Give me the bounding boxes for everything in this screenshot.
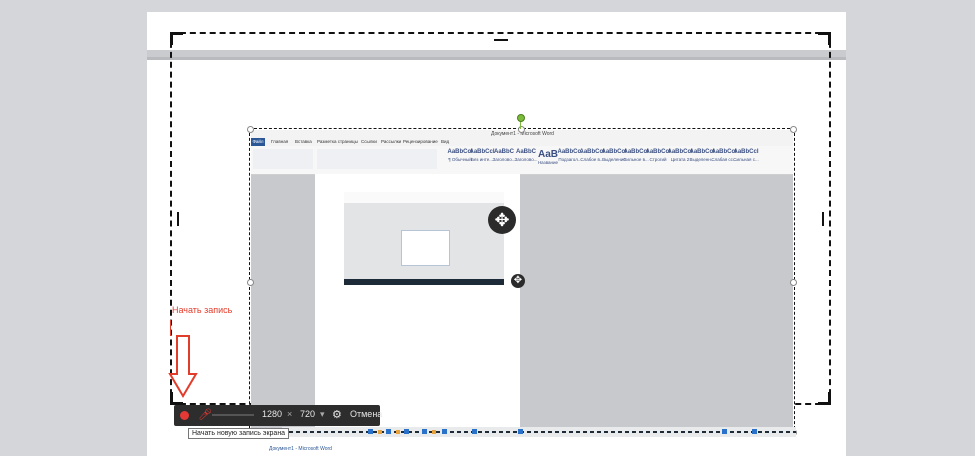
edge-handle-left[interactable] — [177, 212, 179, 226]
mic-icon[interactable]: 🎤︎ — [198, 408, 212, 422]
width-input[interactable]: 1280 — [262, 409, 282, 419]
resolution-dropdown-chevron-icon[interactable]: ▾ — [320, 409, 325, 420]
mic-level-meter — [212, 414, 254, 416]
resize-handle[interactable] — [247, 126, 254, 133]
record-button[interactable] — [180, 411, 189, 420]
rotate-handle[interactable] — [517, 114, 525, 122]
move-icon[interactable]: ✥ — [511, 274, 525, 288]
size-separator: × — [287, 409, 293, 419]
resize-handle[interactable] — [247, 279, 254, 286]
resize-handle[interactable] — [790, 126, 797, 133]
height-input[interactable]: 720 — [300, 409, 315, 419]
edge-handle-top[interactable] — [494, 39, 508, 41]
gear-icon[interactable]: ⚙ — [332, 408, 342, 421]
cancel-button[interactable]: Отмена — [350, 409, 382, 419]
record-tooltip: Начать новую запись экрана — [188, 428, 290, 439]
arrow-down-icon — [168, 335, 198, 398]
move-icon[interactable]: ✥ — [488, 206, 516, 234]
edge-handle-right[interactable] — [822, 212, 824, 226]
corner-handle-top-right[interactable] — [818, 32, 831, 45]
embedded-taskbar — [282, 427, 796, 437]
corner-handle-bottom-right[interactable] — [818, 392, 831, 405]
resize-handle[interactable] — [790, 279, 797, 286]
second-doc-title: Документ1 - Microsoft Word — [269, 446, 332, 452]
recorder-toolbar: 🎤︎ 1280 × 720 ▾ ⚙ Отмена — [174, 405, 382, 426]
second-document-preview: Документ1 - Microsoft Word — [249, 446, 795, 456]
start-recording-label: Начать запись — [172, 305, 233, 315]
corner-handle-top-left[interactable] — [170, 32, 183, 45]
